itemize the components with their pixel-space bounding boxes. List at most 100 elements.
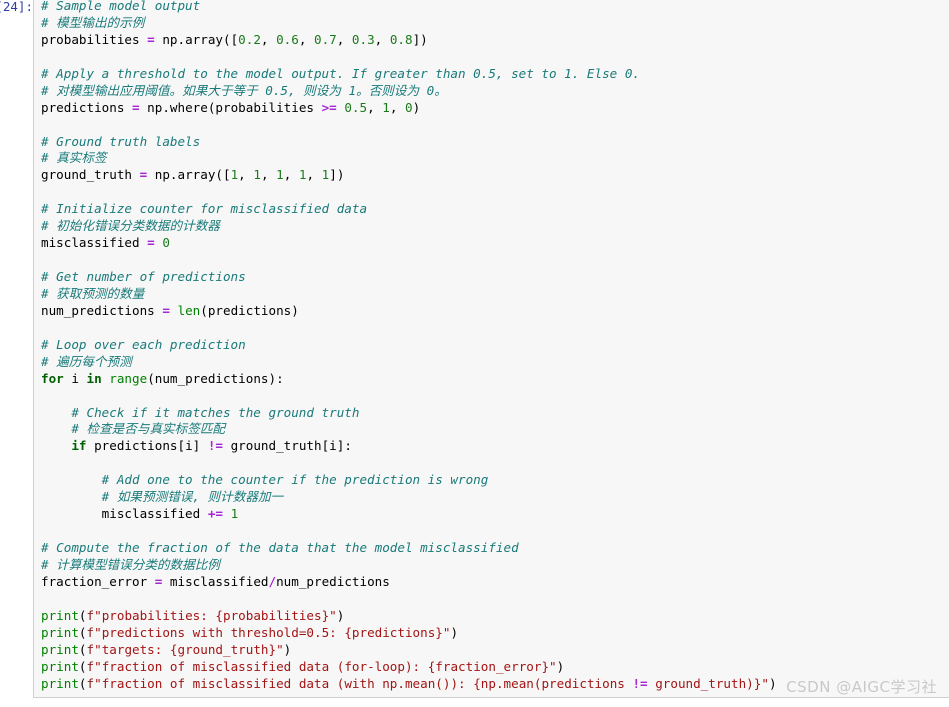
code-token: f	[86, 675, 95, 691]
code-token: "probabilities: {probabilities}"	[94, 607, 337, 623]
code-token: ,	[260, 31, 277, 47]
code-token: =	[147, 31, 155, 47]
code-line: # 检查是否与真实标签匹配	[41, 421, 949, 438]
code-cell[interactable]: # Sample model output # 模型输出的示例 probabilit…	[33, 0, 949, 698]
code-line: misclassified += 1	[41, 506, 949, 523]
code-token: misclassified	[41, 235, 148, 251]
code-token: for	[41, 370, 64, 386]
code-line: print(f"targets: {ground_truth}")	[41, 642, 949, 659]
code-token: )	[283, 641, 292, 657]
code-token: (num_predictions):	[147, 370, 284, 386]
code-token: misclassified	[162, 573, 269, 589]
code-token: # Add one to the counter if the predicti…	[41, 472, 489, 488]
code-token: !=	[207, 438, 224, 454]
code-token: ,	[260, 167, 277, 183]
code-token: # 真实标签	[41, 150, 107, 166]
code-token: # Compute the fraction of the data that …	[41, 540, 519, 555]
code-line: # Compute the fraction of the data that …	[41, 540, 949, 557]
code-token: )	[768, 675, 777, 691]
code-editor[interactable]: # Sample model output # 模型输出的示例 probabilit…	[34, 0, 949, 692]
code-token: 0.3	[351, 31, 375, 47]
code-token: 0.8	[389, 31, 413, 47]
cell-prompt-gutter: [24]:	[0, 0, 33, 707]
code-token: =	[162, 302, 170, 318]
code-token: ,	[298, 31, 314, 47]
code-token: ,	[306, 167, 322, 183]
code-line: # Check if it matches the ground truth	[41, 405, 949, 422]
code-token: ground_truth	[41, 167, 140, 183]
code-token: np.array([	[147, 167, 231, 183]
code-token: print	[41, 675, 79, 691]
code-token: # Loop over each prediction	[41, 336, 246, 352]
code-line: # 获取预测的数量	[41, 286, 949, 303]
code-token: 0.2	[238, 31, 261, 47]
code-token: fraction_error	[41, 573, 155, 589]
code-line: print(f"predictions with threshold=0.5: …	[41, 625, 949, 642]
code-token: (	[78, 624, 87, 640]
code-token: (	[78, 658, 87, 674]
code-token: /	[268, 573, 277, 589]
code-token: ,	[336, 31, 352, 47]
code-token: np.array([	[154, 31, 239, 47]
code-token: 0.6	[276, 31, 299, 47]
code-token: )	[556, 658, 565, 674]
code-line: num_predictions = len(predictions)	[41, 303, 949, 320]
code-token: len	[177, 302, 201, 318]
code-token: print	[41, 624, 79, 640]
code-token: # Apply a threshold to the model output.…	[41, 65, 640, 81]
code-token: # 对模型输出应用阈值。如果大于等于 0.5, 则设为 1。否则设为 0。	[41, 82, 447, 98]
code-token: # Get number of predictions	[41, 269, 246, 284]
code-token: f	[86, 624, 95, 640]
code-line: misclassified = 0	[41, 235, 949, 252]
code-token: # 如果预测错误, 则计数器加一	[41, 489, 284, 505]
code-token: ,	[374, 31, 390, 47]
code-token: # Check if it matches the ground truth	[41, 404, 360, 420]
notebook-screen: [24]: # Sample model output# 模型输出的示例prob…	[0, 0, 949, 707]
code-token: )	[412, 99, 421, 115]
code-line: print(f"fraction of misclassified data (…	[41, 659, 949, 676]
code-token: "predictions with threshold=0.5: {predic…	[94, 624, 451, 640]
code-line: # Ground truth labels	[41, 134, 949, 151]
code-line: # 真实标签	[41, 150, 949, 167]
code-token: (	[78, 675, 87, 691]
code-line: print(f"fraction of misclassified data (…	[41, 676, 949, 693]
code-line: for i in range(num_predictions):	[41, 371, 949, 388]
code-line: predictions = np.where(probabilities >= …	[41, 100, 949, 117]
code-token: ,	[283, 167, 299, 183]
code-token: "fraction of misclassified data (for-loo…	[94, 658, 557, 674]
code-token: print	[41, 658, 79, 674]
code-line: # 初始化错误分类数据的计数器	[41, 218, 949, 235]
code-token: ,	[389, 99, 406, 115]
code-token: # 获取预测的数量	[41, 285, 145, 301]
code-token: ground_truth)}"	[647, 675, 769, 691]
code-line: print(f"probabilities: {probabilities}")	[41, 608, 949, 625]
code-token: "targets: {ground_truth}"	[94, 641, 284, 657]
code-token: np.where(probabilities	[139, 99, 322, 115]
code-token: # Sample model output	[41, 0, 201, 13]
code-token: (	[78, 607, 87, 623]
code-token: 1	[230, 506, 239, 522]
code-token: # 初始化错误分类数据的计数器	[41, 218, 220, 234]
code-line: # Get number of predictions	[41, 269, 949, 286]
code-token: print	[41, 607, 79, 623]
code-token: ,	[367, 99, 383, 115]
code-line: # Loop over each prediction	[41, 337, 949, 354]
code-token: >=	[321, 99, 337, 115]
code-token: ])	[412, 31, 428, 47]
code-line: # Initialize counter for misclassified d…	[41, 201, 949, 218]
code-token: i	[63, 370, 87, 386]
code-token: 0	[405, 99, 413, 115]
code-token: num_predictions	[41, 302, 163, 318]
code-token: 0.5	[344, 99, 368, 115]
code-token: # Initialize counter for misclassified d…	[41, 201, 368, 217]
